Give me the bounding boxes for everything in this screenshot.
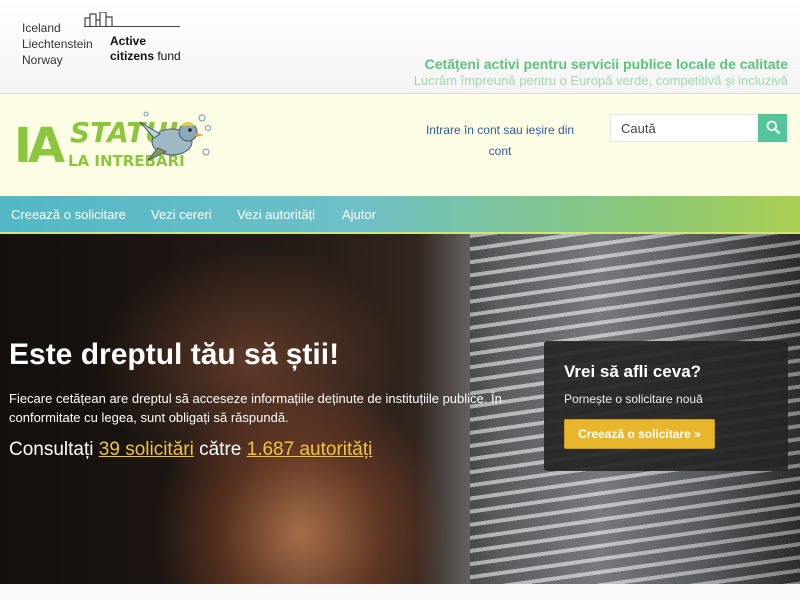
top-banner: Iceland Liechtenstein Norway Active citi… <box>0 0 800 94</box>
hero-title: Este dreptul tău să știi! <box>9 338 340 371</box>
logo-ia: IA <box>14 118 65 174</box>
requests-count-link[interactable]: 39 solicitări <box>99 439 194 460</box>
nav-view-requests[interactable]: Vezi cereri <box>151 207 212 222</box>
funder-divider <box>84 26 180 27</box>
tagline: Cetățeni activi pentru servicii publice … <box>414 56 788 88</box>
search-icon <box>766 120 780 134</box>
funder-countries: Iceland Liechtenstein Norway <box>22 20 93 68</box>
cta-heading: Vrei să afli ceva? <box>564 362 702 381</box>
nav-view-authorities[interactable]: Vezi autorități <box>237 207 315 222</box>
nav-help[interactable]: Ajutor <box>342 207 376 222</box>
search-form <box>610 114 787 142</box>
hero: Este dreptul tău să știi! Fiecare cetățe… <box>0 234 800 584</box>
tagline-title: Cetățeni activi pentru servicii publice … <box>424 56 788 72</box>
tagline-subtitle: Lucrăm împreună pentru o Europă verde, c… <box>413 73 788 88</box>
country-iceland: Iceland <box>22 21 61 35</box>
page-bottom-strip <box>0 584 800 600</box>
fund-name-active: Active <box>110 34 147 48</box>
search-input[interactable] <box>610 114 758 142</box>
fund-name-citizens: citizens <box>110 49 155 63</box>
site-header: IA STATUL LA INTREBARI Intrare în cont s… <box>0 94 800 196</box>
fund-name-fund: fund <box>154 49 181 63</box>
cta-box: Vrei să afli ceva? Pornește o solicitare… <box>544 341 788 471</box>
stats-middle: către <box>193 439 247 460</box>
hero-stats: Consultați 39 solicitări către 1.687 aut… <box>9 439 372 461</box>
cta-subtext: Pornește o solicitare nouă <box>564 392 703 406</box>
hero-text: Fiecare cetățean are dreptul să acceseze… <box>9 391 502 425</box>
login-link[interactable]: Intrare în cont sau ieșire din cont <box>420 120 580 162</box>
search-button[interactable] <box>758 114 787 142</box>
nav-create-request[interactable]: Creează o solicitare <box>11 207 126 222</box>
create-request-button[interactable]: Creează o solicitare » <box>564 419 715 449</box>
bird-icon <box>139 111 211 161</box>
authorities-count-link[interactable]: 1.687 autorități <box>247 439 373 460</box>
country-norway: Norway <box>22 53 63 67</box>
funder-logo[interactable]: Iceland Liechtenstein Norway Active citi… <box>22 12 182 68</box>
main-nav: Creează o solicitare Vezi cereri Vezi au… <box>0 196 800 234</box>
stats-prefix: Consultați <box>9 439 99 460</box>
site-logo[interactable]: IA STATUL LA INTREBARI <box>14 108 214 180</box>
country-liechtenstein: Liechtenstein <box>22 37 93 51</box>
funder-fund-name: Active citizens fund <box>110 34 181 64</box>
